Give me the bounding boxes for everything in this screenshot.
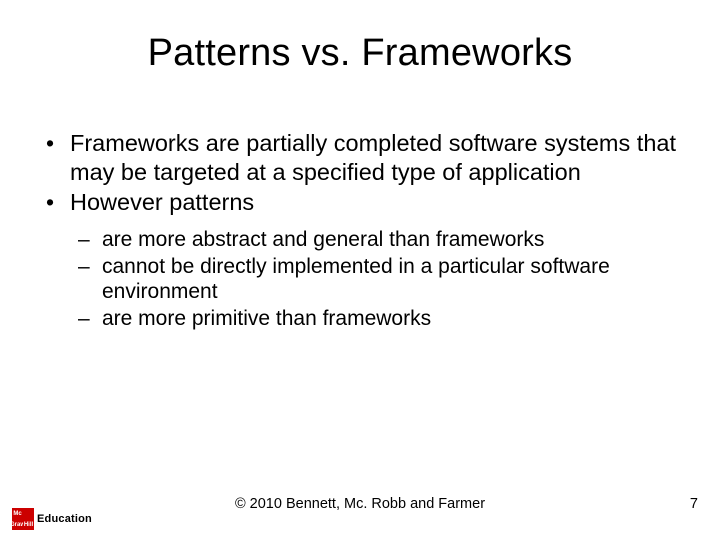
logo-mark-icon: Mc Graw Hill: [12, 508, 34, 530]
logo-cell: Mc: [12, 508, 23, 519]
bullet-item: Frameworks are partially completed softw…: [40, 129, 680, 186]
logo-brand-text: Education: [37, 513, 92, 525]
slide-footer: © 2010 Bennett, Mc. Robb and Farmer 7: [0, 496, 720, 520]
publisher-logo: Mc Graw Hill Education: [12, 508, 92, 530]
page-number: 7: [690, 496, 698, 512]
sub-bullet-item: are more abstract and general than frame…: [78, 227, 680, 253]
slide-title: Patterns vs. Frameworks: [30, 32, 690, 75]
bullet-item: However patterns: [40, 188, 680, 217]
logo-cell: Graw: [12, 519, 23, 530]
logo-cell: Hill: [23, 519, 34, 530]
copyright-text: © 2010 Bennett, Mc. Robb and Farmer: [0, 496, 720, 512]
slide: Patterns vs. Frameworks Frameworks are p…: [0, 0, 720, 540]
bullet-list-level-1: Frameworks are partially completed softw…: [40, 129, 680, 217]
bullet-list-level-2: are more abstract and general than frame…: [78, 227, 680, 331]
sub-bullet-item: cannot be directly implemented in a part…: [78, 254, 680, 305]
logo-cell: [23, 508, 34, 519]
sub-bullet-item: are more primitive than frameworks: [78, 306, 680, 332]
slide-body: Frameworks are partially completed softw…: [30, 129, 690, 331]
